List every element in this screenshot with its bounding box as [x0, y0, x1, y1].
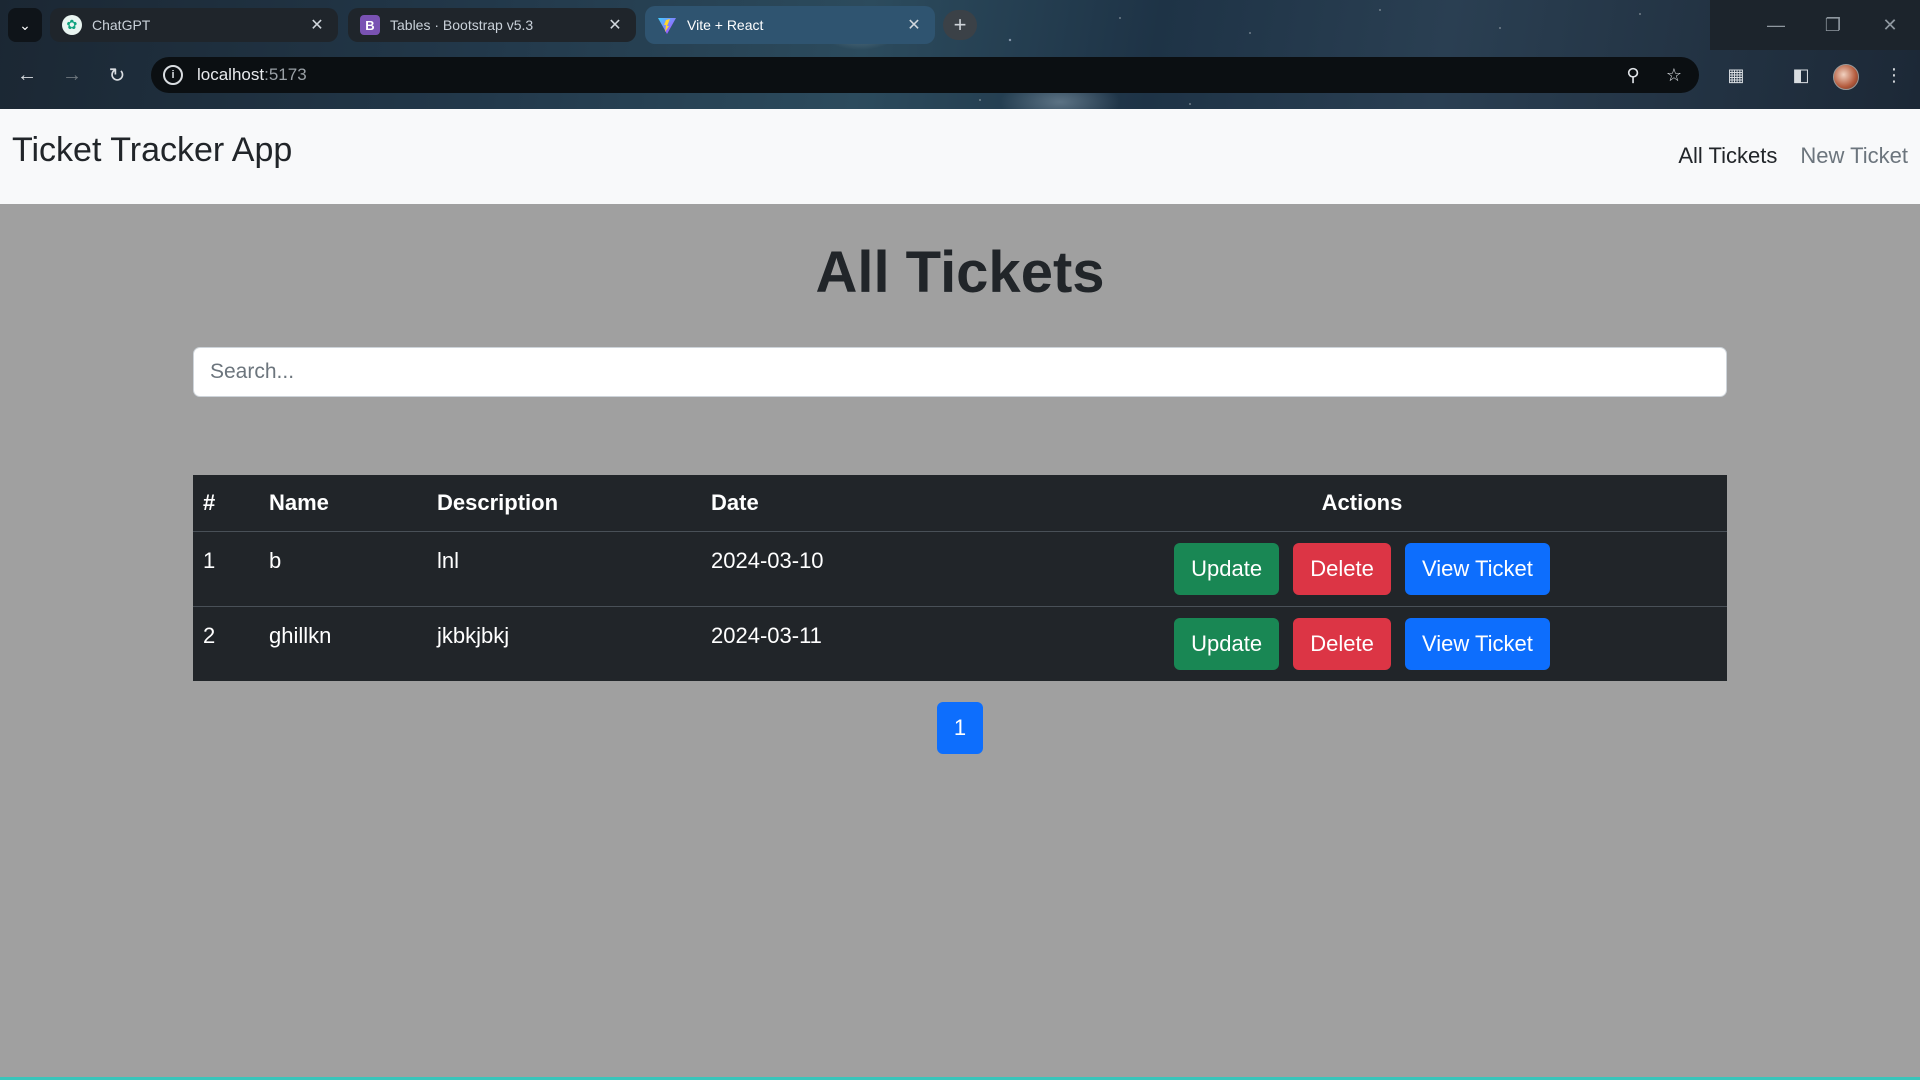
table-row: 1 b lnl 2024-03-10 Update Delete View Ti…: [193, 531, 1727, 607]
extensions-button[interactable]: ▦: [1721, 60, 1751, 90]
app-navbar: Ticket Tracker App All Tickets New Ticke…: [0, 109, 1920, 204]
reload-icon: ↻: [108, 64, 126, 87]
tab-chatgpt[interactable]: ✿ ChatGPT ✕: [50, 8, 338, 42]
bookmark-star-icon[interactable]: ☆: [1662, 63, 1686, 87]
page-title: All Tickets: [815, 240, 1105, 305]
browser-chrome: ⌄ ✿ ChatGPT ✕ B Tables · Bootstrap v5.3 …: [0, 0, 1920, 109]
address-bar[interactable]: i localhost:5173 ⚲ ☆: [151, 57, 1699, 93]
side-panel-button[interactable]: ◧: [1786, 60, 1816, 90]
tickets-table-container: # Name Description Date Actions 1 b lnl …: [193, 475, 1727, 681]
arrow-right-icon: →: [62, 63, 82, 86]
cell-date: 2024-03-10: [701, 531, 997, 607]
tab-bootstrap[interactable]: B Tables · Bootstrap v5.3 ✕: [348, 8, 636, 42]
nav-links: All Tickets New Ticket: [1678, 143, 1908, 169]
nav-all-tickets[interactable]: All Tickets: [1678, 143, 1777, 169]
tickets-table: # Name Description Date Actions 1 b lnl …: [193, 475, 1727, 681]
tab-vite-react[interactable]: Vite + React ✕: [645, 6, 935, 44]
close-icon: ✕: [1882, 14, 1898, 35]
cell-description: lnl: [427, 531, 701, 607]
new-tab-button[interactable]: +: [943, 10, 977, 40]
minimize-button[interactable]: —: [1754, 10, 1798, 40]
back-button[interactable]: ←: [12, 60, 42, 90]
cell-date: 2024-03-11: [711, 622, 822, 648]
side-panel-icon: ◧: [1792, 64, 1810, 85]
tab-title: ChatGPT: [92, 17, 151, 33]
minimize-icon: —: [1767, 14, 1785, 35]
cell-actions: Update Delete View Ticket: [997, 606, 1727, 681]
cell-actions: Update Delete View Ticket: [997, 531, 1727, 607]
plus-icon: +: [953, 12, 967, 37]
tab-search-button[interactable]: ⌄: [8, 8, 42, 42]
chevron-down-icon: ⌄: [19, 16, 31, 33]
delete-button[interactable]: Delete: [1293, 617, 1391, 670]
nav-new-ticket[interactable]: New Ticket: [1800, 143, 1908, 169]
reload-button[interactable]: ↻: [102, 60, 132, 90]
chatgpt-icon: ✿: [62, 15, 82, 35]
column-header-name: Name: [259, 475, 427, 532]
profile-avatar[interactable]: [1833, 64, 1859, 90]
restore-icon: ❐: [1824, 14, 1842, 35]
tab-strip: ⌄ ✿ ChatGPT ✕ B Tables · Bootstrap v5.3 …: [0, 0, 1920, 50]
site-info-icon[interactable]: i: [163, 65, 183, 85]
zoom-icon[interactable]: ⚲: [1621, 63, 1645, 87]
close-icon[interactable]: ✕: [606, 15, 624, 35]
cell-id: 1: [193, 531, 259, 607]
tab-title: Vite + React: [687, 17, 764, 33]
view-ticket-button[interactable]: View Ticket: [1404, 542, 1550, 595]
forward-button[interactable]: →: [57, 60, 87, 90]
close-icon[interactable]: ✕: [308, 15, 326, 35]
close-icon[interactable]: ✕: [905, 15, 923, 35]
update-button[interactable]: Update: [1174, 542, 1280, 595]
table-header-row: # Name Description Date Actions: [193, 475, 1727, 532]
delete-button[interactable]: Delete: [1293, 542, 1391, 595]
cell-description: jkbkjbkj: [437, 622, 510, 648]
column-header-date: Date: [701, 475, 997, 532]
column-header-number: #: [193, 475, 259, 532]
column-header-description: Description: [427, 475, 701, 532]
url-port: :5173: [264, 65, 307, 84]
url-host: localhost: [197, 65, 265, 84]
brand-title[interactable]: Ticket Tracker App: [12, 131, 292, 170]
view-ticket-button[interactable]: View Ticket: [1404, 617, 1550, 670]
tab-title: Tables · Bootstrap v5.3: [390, 17, 534, 33]
window-close-button[interactable]: ✕: [1868, 10, 1912, 40]
browser-toolbar: ← → ↻ i localhost:5173 ⚲ ☆ ▦ ◧ ⋮: [0, 50, 1920, 100]
cell-name: ghillkn: [269, 622, 332, 648]
kebab-menu-icon: ⋮: [1885, 64, 1903, 85]
puzzle-icon: ▦: [1727, 64, 1745, 85]
cell-name: b: [259, 531, 427, 607]
app-viewport: Ticket Tracker App All Tickets New Ticke…: [0, 109, 1920, 1080]
arrow-left-icon: ←: [17, 63, 37, 86]
browser-menu-button[interactable]: ⋮: [1879, 60, 1909, 90]
pagination-page-button[interactable]: 1: [937, 702, 983, 754]
update-button[interactable]: Update: [1174, 617, 1280, 670]
restore-button[interactable]: ❐: [1811, 10, 1855, 40]
cell-id: 2: [203, 622, 216, 648]
search-input[interactable]: [193, 347, 1727, 397]
table-row: 2 ghillkn jkbkjbkj 2024-03-11 Update Del…: [193, 606, 1727, 681]
vite-icon: [657, 15, 677, 35]
bootstrap-icon: B: [360, 15, 380, 35]
url-text: localhost:5173: [197, 65, 307, 85]
column-header-actions: Actions: [997, 475, 1727, 532]
